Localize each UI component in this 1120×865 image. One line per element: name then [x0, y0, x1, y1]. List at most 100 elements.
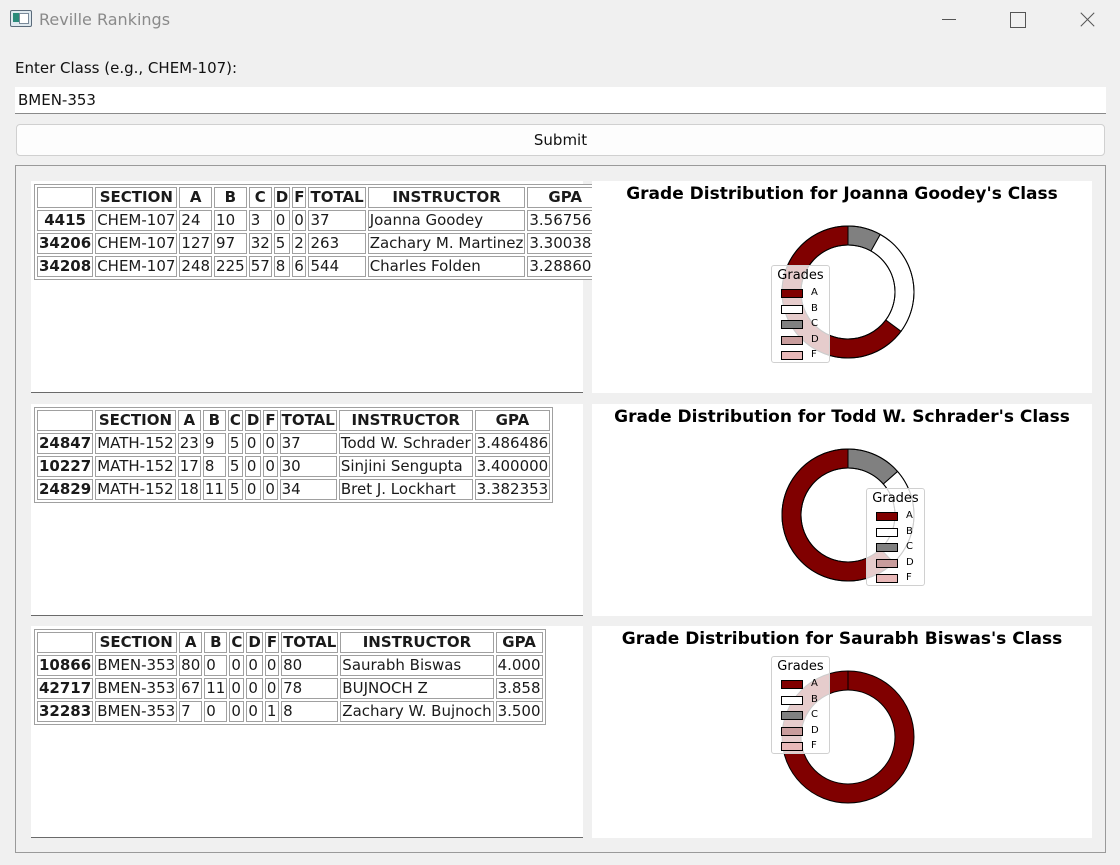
table-cell[interactable]: CHEM-107: [95, 256, 178, 277]
table-cell[interactable]: 3.500: [495, 701, 543, 722]
grades-table[interactable]: SECTION A B C D F TOTAL INSTRUCTOR GPA 4415 CHEM-1…: [34, 184, 606, 280]
table-row[interactable]: 10227 MATH-152 17 8 5 0 0 30 Sinjini Sengupta 3.4…: [37, 456, 551, 477]
table-cell[interactable]: 225: [214, 256, 247, 277]
table-cell[interactable]: Saurabh Biswas: [340, 655, 494, 676]
row-header-cell[interactable]: 42717: [37, 678, 94, 699]
table-cell[interactable]: Todd W. Schrader: [338, 433, 473, 454]
table-cell[interactable]: CHEM-107: [95, 210, 178, 231]
table-cell[interactable]: Sinjini Sengupta: [338, 456, 473, 477]
row-header-cell[interactable]: 34206: [37, 233, 94, 254]
table-cell[interactable]: 34: [279, 479, 337, 500]
table-cell[interactable]: 0: [246, 655, 263, 676]
table-cell[interactable]: 0: [204, 655, 228, 676]
row-header-cell[interactable]: 24847: [37, 433, 94, 454]
table-cell[interactable]: 0: [292, 210, 307, 231]
row-header-cell[interactable]: 32283: [37, 701, 94, 722]
row-header-cell[interactable]: 24829: [37, 479, 94, 500]
table-cell[interactable]: 263: [308, 233, 366, 254]
table-cell[interactable]: BMEN-353: [95, 701, 178, 722]
table-cell[interactable]: 67: [179, 678, 203, 699]
table-row[interactable]: 32283 BMEN-353 7 0 0 0 1 8 Zachary W. Bujnoch 3.5…: [37, 701, 543, 722]
table-cell[interactable]: Charles Folden: [367, 256, 526, 277]
row-header-cell[interactable]: 10866: [37, 655, 94, 676]
table-row[interactable]: 42717 BMEN-353 67 11 0 0 0 78 BUJNOCH Z 3.858: [37, 678, 543, 699]
table-cell[interactable]: 3.858: [495, 678, 543, 699]
table-row[interactable]: 4415 CHEM-107 24 10 3 0 0 37 Joanna Goodey 3.5675…: [37, 210, 603, 231]
table-cell[interactable]: 80: [179, 655, 203, 676]
table-cell[interactable]: 0: [263, 456, 278, 477]
table-cell[interactable]: MATH-152: [95, 433, 176, 454]
table-cell[interactable]: 8: [273, 256, 291, 277]
table-cell[interactable]: 1: [264, 701, 280, 722]
table-cell[interactable]: 32: [248, 233, 272, 254]
table-cell[interactable]: 0: [244, 479, 262, 500]
table-cell[interactable]: 0: [229, 655, 245, 676]
table-row[interactable]: 10866 BMEN-353 80 0 0 0 0 80 Saurabh Biswas 4.000: [37, 655, 543, 676]
table-cell[interactable]: 11: [202, 479, 226, 500]
table-cell[interactable]: 37: [308, 210, 366, 231]
table-cell[interactable]: 544: [308, 256, 366, 277]
table-cell[interactable]: 6: [292, 256, 307, 277]
table-cell[interactable]: 17: [177, 456, 201, 477]
grades-table-panel[interactable]: SECTION A B C D F TOTAL INSTRUCTOR GPA 24847 MATH-…: [31, 404, 583, 616]
table-row[interactable]: 34208 CHEM-107 248 225 57 8 6 544 Charles Folden…: [37, 256, 603, 277]
table-cell[interactable]: 0: [273, 210, 291, 231]
table-cell[interactable]: 7: [179, 701, 203, 722]
grades-table-panel[interactable]: SECTION A B C D F TOTAL INSTRUCTOR GPA 10866 BMEN-…: [31, 626, 583, 838]
table-cell[interactable]: 11: [204, 678, 228, 699]
table-cell[interactable]: 30: [279, 456, 337, 477]
table-cell[interactable]: MATH-152: [95, 456, 176, 477]
table-row[interactable]: 34206 CHEM-107 127 97 32 5 2 263 Zachary M. Mart…: [37, 233, 603, 254]
table-cell[interactable]: 0: [244, 433, 262, 454]
table-cell[interactable]: 10: [214, 210, 247, 231]
table-cell[interactable]: 0: [263, 479, 278, 500]
table-cell[interactable]: 8: [202, 456, 226, 477]
table-cell[interactable]: 5: [273, 233, 291, 254]
table-row[interactable]: 24829 MATH-152 18 11 5 0 0 34 Bret J. Lockhart 3.…: [37, 479, 551, 500]
table-cell[interactable]: 0: [246, 701, 263, 722]
table-row[interactable]: 24847 MATH-152 23 9 5 0 0 37 Todd W. Schrader 3.4…: [37, 433, 551, 454]
class-input[interactable]: [15, 87, 1106, 114]
table-cell[interactable]: 3.382353: [474, 479, 551, 500]
submit-button[interactable]: Submit: [16, 124, 1105, 156]
minimize-button[interactable]: [925, 0, 971, 40]
table-cell[interactable]: 3.486486: [474, 433, 551, 454]
table-cell[interactable]: 18: [177, 479, 201, 500]
table-cell[interactable]: 57: [248, 256, 272, 277]
grades-table[interactable]: SECTION A B C D F TOTAL INSTRUCTOR GPA 10866 BMEN-…: [34, 629, 546, 725]
table-cell[interactable]: 9: [202, 433, 226, 454]
table-cell[interactable]: 8: [281, 701, 339, 722]
table-cell[interactable]: 248: [179, 256, 213, 277]
table-cell[interactable]: 0: [244, 456, 262, 477]
maximize-button[interactable]: [993, 0, 1039, 40]
table-cell[interactable]: 0: [204, 701, 228, 722]
table-cell[interactable]: 2: [292, 233, 307, 254]
table-cell[interactable]: Bret J. Lockhart: [338, 479, 473, 500]
table-cell[interactable]: 0: [264, 655, 280, 676]
table-cell[interactable]: 0: [229, 678, 245, 699]
table-cell[interactable]: BMEN-353: [95, 678, 178, 699]
table-cell[interactable]: 3.400000: [474, 456, 551, 477]
table-cell[interactable]: 97: [214, 233, 247, 254]
table-cell[interactable]: Zachary W. Bujnoch: [340, 701, 494, 722]
row-header-cell[interactable]: 4415: [37, 210, 94, 231]
table-cell[interactable]: 0: [264, 678, 280, 699]
row-header-cell[interactable]: 34208: [37, 256, 94, 277]
table-cell[interactable]: 5: [227, 456, 243, 477]
table-cell[interactable]: BMEN-353: [95, 655, 178, 676]
table-cell[interactable]: 37: [279, 433, 337, 454]
table-cell[interactable]: Joanna Goodey: [367, 210, 526, 231]
table-cell[interactable]: 3: [248, 210, 272, 231]
table-cell[interactable]: 23: [177, 433, 201, 454]
table-cell[interactable]: CHEM-107: [95, 233, 178, 254]
table-cell[interactable]: MATH-152: [95, 479, 176, 500]
close-button[interactable]: [1063, 0, 1109, 40]
table-cell[interactable]: 0: [246, 678, 263, 699]
table-cell[interactable]: 0: [229, 701, 245, 722]
table-cell[interactable]: 5: [227, 433, 243, 454]
table-cell[interactable]: 0: [263, 433, 278, 454]
grades-table-panel[interactable]: SECTION A B C D F TOTAL INSTRUCTOR GPA 4415 CHEM-1…: [31, 181, 606, 393]
table-cell[interactable]: 24: [179, 210, 213, 231]
table-cell[interactable]: 80: [281, 655, 339, 676]
table-cell[interactable]: Zachary M. Martinez: [367, 233, 526, 254]
